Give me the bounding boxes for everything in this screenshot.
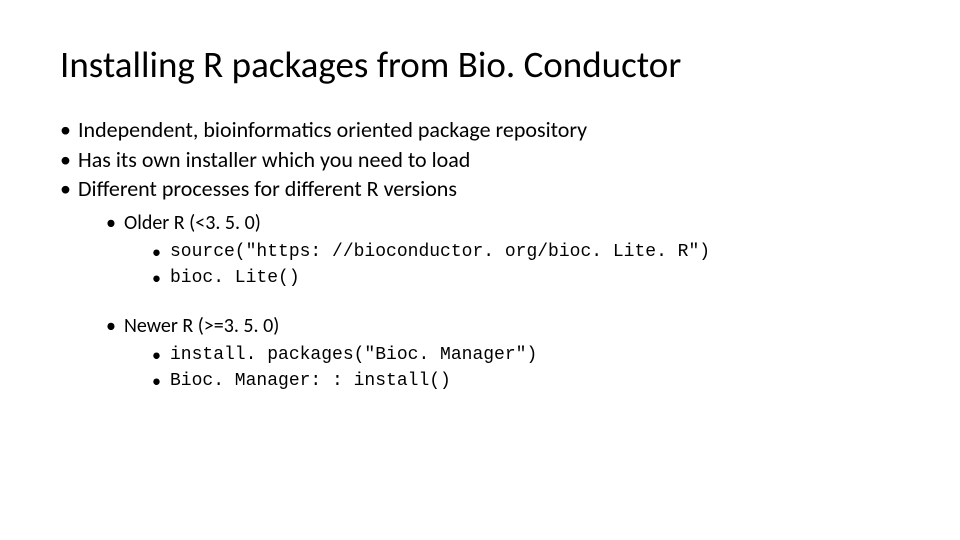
bullet-list-level-3: source("https: //bioconductor. org/bioc.… xyxy=(152,239,900,291)
slide: Installing R packages from Bio. Conducto… xyxy=(0,0,960,394)
bullet-item: Has its own installer which you need to … xyxy=(60,145,900,175)
bullet-list-level-2: Older R (<3. 5. 0) source("https: //bioc… xyxy=(106,210,900,394)
bullet-item-newer: Newer R (>=3. 5. 0) install. packages("B… xyxy=(106,313,900,394)
bullet-item: Different processes for different R vers… xyxy=(60,174,900,394)
code-line: Bioc. Manager: : install() xyxy=(152,368,900,394)
bullet-text: Newer R (>=3. 5. 0) xyxy=(124,314,279,338)
bullet-item: Independent, bioinformatics oriented pac… xyxy=(60,115,900,145)
bullet-text: Older R (<3. 5. 0) xyxy=(124,211,261,235)
bullet-list-level-1: Independent, bioinformatics oriented pac… xyxy=(60,115,900,394)
bullet-list-level-3: install. packages("Bioc. Manager") Bioc.… xyxy=(152,342,900,394)
code-line: install. packages("Bioc. Manager") xyxy=(152,342,900,368)
code-line: bioc. Lite() xyxy=(152,265,900,291)
code-line: source("https: //bioconductor. org/bioc.… xyxy=(152,239,900,265)
bullet-text: Different processes for different R vers… xyxy=(78,175,457,202)
slide-title: Installing R packages from Bio. Conducto… xyxy=(60,42,900,87)
bullet-item-older: Older R (<3. 5. 0) source("https: //bioc… xyxy=(106,210,900,291)
